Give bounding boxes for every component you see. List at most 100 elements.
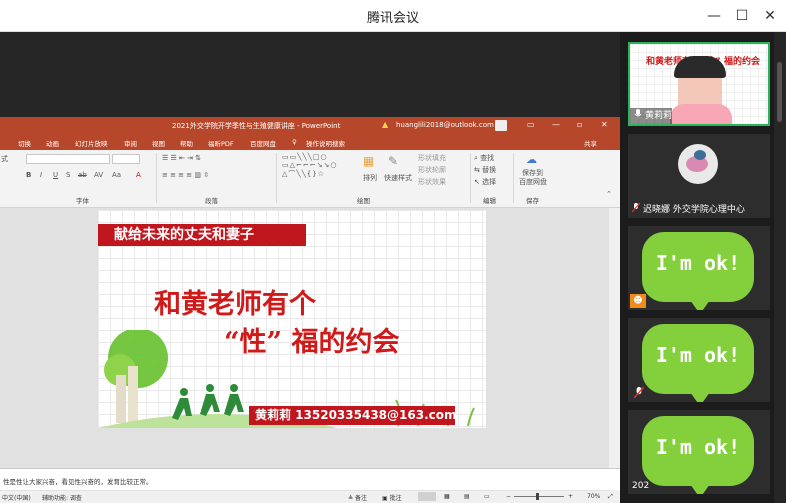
italic-button[interactable]: I <box>40 171 42 179</box>
sorter-view-button[interactable]: ▦ <box>444 493 450 500</box>
ribbon-display-icon[interactable]: ▭ <box>527 120 535 129</box>
ppt-doc-title: 2021外交学院开学季性与生殖健康讲座 - PowerPoint <box>172 122 341 130</box>
find-label: 查找 <box>480 154 495 162</box>
reading-view-button[interactable]: ▤ <box>464 493 470 500</box>
comments-label: 批注 <box>389 495 402 502</box>
notes-label: 备注 <box>354 495 367 502</box>
menu-help[interactable]: 帮助 <box>180 138 193 148</box>
participant-hair <box>674 56 726 78</box>
group-font-label: 字体 <box>76 197 89 205</box>
language-status[interactable]: 中文(中国) <box>2 493 31 502</box>
participant-shirt <box>670 104 732 124</box>
imok-avatar: I'm ok! <box>642 232 754 310</box>
participant-scrollbar-thumb[interactable] <box>777 62 782 122</box>
zoom-in-button[interactable]: + <box>568 493 573 500</box>
mic-muted-icon[interactable] <box>634 387 644 399</box>
shapes-gallery-icon[interactable]: ▭▭╲╲╲□○ ▭△⌐⌐⌐↘↘○ △⌒╲╲{}☆ <box>282 153 337 179</box>
zoom-slider-thumb[interactable] <box>536 493 539 500</box>
imok-avatar: I'm ok! <box>642 416 754 494</box>
participant-name-bar: 黄莉莉 <box>630 108 673 124</box>
quick-styles-label[interactable]: 快速样式 <box>384 173 412 183</box>
ppt-menu-bar: 切换 动画 幻灯片放映 审阅 视图 帮助 福昕PDF 百度网盘 ♀ 操作说明搜索… <box>0 134 620 150</box>
zoom-out-button[interactable]: − <box>506 493 511 500</box>
window-title: 腾讯会议 <box>366 11 419 26</box>
close-button[interactable]: ✕ <box>760 6 780 26</box>
select-label: 选择 <box>482 178 497 186</box>
speaker-notes[interactable]: 性是性让大家兴奋，看见性兴奋的，发育比较正常。 <box>0 468 620 490</box>
maximize-button[interactable]: ☐ <box>732 6 752 26</box>
comments-button[interactable]: ▣ 批注 <box>382 493 402 502</box>
align-icon[interactable]: ≡ ≡ ≡ ≡ ▥ ⇳ <box>162 171 209 179</box>
menu-review[interactable]: 审阅 <box>124 138 137 148</box>
ppt-minimize-icon[interactable]: — <box>552 120 560 129</box>
spacing-button[interactable]: AV <box>94 171 103 179</box>
tell-me-search[interactable]: 操作说明搜索 <box>306 138 345 148</box>
ribbon-divider <box>156 153 157 203</box>
ppt-restore-icon[interactable]: ▫ <box>577 120 582 129</box>
participant-list: 和黄老师有个“性” 福的约会 黄莉莉 迟晓娜 外交学院心理中心 I'm ok! … <box>620 32 786 503</box>
case-button[interactable]: Aa <box>112 171 121 179</box>
arrange-label[interactable]: 排列 <box>363 173 377 183</box>
menu-transitions[interactable]: 切换 <box>18 138 31 148</box>
font-color-icon[interactable]: A <box>136 171 141 179</box>
participant-tile-1[interactable]: 和黄老师有个“性” 福的约会 黄莉莉 <box>628 42 770 126</box>
menu-slideshow[interactable]: 幻灯片放映 <box>75 138 108 148</box>
accessibility-status[interactable]: 辅助功能: 调查 <box>42 493 82 502</box>
participant-name-bar: 迟晓娜 外交学院心理中心 <box>628 202 745 218</box>
fit-slide-icon[interactable]: ⤢ <box>608 493 613 501</box>
slide-banner: 献给未来的丈夫和妻子 <box>98 224 306 246</box>
shape-outline-label[interactable]: 形状轮廓 <box>418 165 446 175</box>
quick-styles-icon[interactable]: ✎ <box>388 154 398 168</box>
font-name-box[interactable] <box>26 154 110 164</box>
underline-button[interactable]: U <box>53 171 58 179</box>
shadow-button[interactable]: S <box>66 171 70 179</box>
ppt-user-email[interactable]: huanglili2018@outlook.com <box>396 121 494 129</box>
share-top-blank <box>0 32 620 117</box>
font-size-box[interactable] <box>112 154 140 164</box>
ribbon-divider <box>276 153 277 203</box>
menu-share[interactable]: 共享 <box>584 138 597 148</box>
notes-button[interactable]: ≜ 备注 <box>348 493 367 502</box>
participant-tile-3[interactable]: I'm ok! ☻ <box>628 226 770 310</box>
participant-avatar <box>678 144 718 184</box>
collapse-ribbon-icon[interactable]: ⌃ <box>606 190 612 198</box>
participant-tile-5[interactable]: I'm ok! 202 <box>628 410 770 494</box>
participant-tile-4[interactable]: I'm ok! <box>628 318 770 402</box>
title-bar: 腾讯会议 — ☐ ✕ <box>0 0 786 32</box>
person-icon: ☻ <box>630 294 646 308</box>
bold-button[interactable]: B <box>26 171 31 179</box>
zoom-level[interactable]: 70% <box>587 493 600 500</box>
zoom-slider[interactable] <box>514 496 564 497</box>
meeting-window: 腾讯会议 — ☐ ✕ 2021外交学院开学季性与生殖健康讲座 - PowerPo… <box>0 0 786 503</box>
participant-tile-2[interactable]: 迟晓娜 外交学院心理中心 <box>628 134 770 218</box>
menu-foxit-pdf[interactable]: 福昕PDF <box>208 138 234 148</box>
ppt-close-icon[interactable]: ✕ <box>601 120 608 129</box>
shape-effects-label[interactable]: 形状效果 <box>418 177 446 187</box>
normal-view-button[interactable] <box>418 492 436 501</box>
strike-button[interactable]: ab <box>78 171 87 179</box>
participant-name: 黄莉莉 <box>645 111 673 121</box>
arrange-icon[interactable]: ▦ <box>363 154 374 168</box>
group-save-label: 保存 <box>526 197 539 205</box>
baidu-label[interactable]: 百度网盘 <box>519 177 547 187</box>
participant-name: 202 <box>632 481 650 491</box>
ppt-user-avatar[interactable] <box>495 120 507 131</box>
select-button[interactable]: ↖ 选择 <box>474 177 496 187</box>
menu-view[interactable]: 视图 <box>152 138 165 148</box>
baidu-cloud-icon[interactable]: ☁ <box>526 153 537 166</box>
mic-muted-icon[interactable] <box>632 203 640 213</box>
slide: 献给未来的丈夫和妻子 和黄老师有个 “性” 福的约会 黄莉莉 135203354… <box>98 210 486 428</box>
find-button[interactable]: ⌕ 查找 <box>474 153 494 163</box>
bullets-icon[interactable]: ☰ ☰ ⇤ ⇥ ⇅ <box>162 154 201 162</box>
ppt-ribbon: 式 B I U S ab AV Aa A 字体 ☰ ☰ ⇤ ⇥ ⇅ ≡ ≡ ≡ … <box>0 150 620 208</box>
slide-scrollbar[interactable] <box>609 208 620 500</box>
slide-title-line1: 和黄老师有个 <box>154 289 316 320</box>
slideshow-view-button[interactable]: ▭ <box>484 493 490 500</box>
replace-button[interactable]: ⇆ 替换 <box>474 165 496 175</box>
menu-baidu-netdisk[interactable]: 百度网盘 <box>250 138 276 148</box>
warning-icon: ▲ <box>382 120 389 129</box>
shape-fill-label[interactable]: 形状填充 <box>418 153 446 163</box>
mic-icon[interactable] <box>634 109 642 119</box>
menu-animations[interactable]: 动画 <box>46 138 59 148</box>
minimize-button[interactable]: — <box>704 6 724 26</box>
